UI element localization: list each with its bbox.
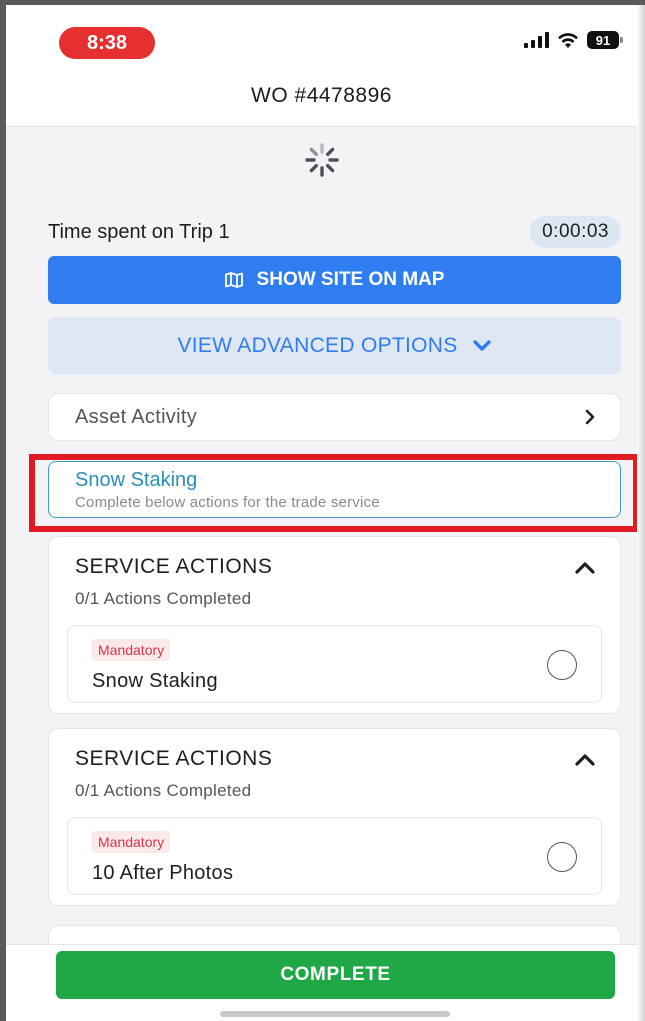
status-time: 8:38 bbox=[59, 27, 155, 59]
view-advanced-options-button[interactable]: VIEW ADVANCED OPTIONS bbox=[48, 317, 621, 375]
view-advanced-options-label: VIEW ADVANCED OPTIONS bbox=[177, 334, 458, 357]
trip-time-label: Time spent on Trip 1 bbox=[48, 220, 230, 243]
home-indicator bbox=[220, 1011, 450, 1017]
phone-screen: 8:38 91 WO #4478896 Time spent on Trip 1… bbox=[0, 0, 645, 1021]
trip-time-row: Time spent on Trip 1 0:00:03 bbox=[48, 215, 621, 249]
service-actions-count: 0/1 Actions Completed bbox=[75, 589, 252, 608]
status-bar: 8:38 91 bbox=[6, 5, 637, 65]
signal-icon bbox=[524, 32, 549, 48]
complete-button[interactable]: COMPLETE bbox=[56, 951, 615, 999]
asset-activity-row[interactable]: Asset Activity bbox=[48, 393, 621, 441]
chevron-up-icon[interactable] bbox=[574, 561, 596, 575]
spinner-icon bbox=[305, 143, 339, 177]
action-label: Snow Staking bbox=[92, 670, 218, 692]
page-title: WO #4478896 bbox=[251, 83, 392, 107]
status-icons: 91 bbox=[524, 31, 623, 49]
asset-activity-label: Asset Activity bbox=[75, 405, 198, 428]
battery-icon: 91 bbox=[587, 31, 623, 49]
action-item-after-photos[interactable]: Mandatory 10 After Photos bbox=[67, 817, 602, 895]
chevron-up-icon[interactable] bbox=[574, 753, 596, 767]
service-tab-title: Snow Staking bbox=[75, 469, 198, 491]
map-icon bbox=[224, 272, 243, 288]
service-actions-header[interactable]: SERVICE ACTIONS bbox=[75, 555, 596, 579]
mandatory-badge: Mandatory bbox=[92, 831, 171, 853]
mandatory-badge: Mandatory bbox=[92, 639, 171, 661]
show-site-on-map-button[interactable]: SHOW SITE ON MAP bbox=[48, 256, 621, 304]
service-tab-snow-staking[interactable]: Snow Staking Complete below actions for … bbox=[48, 461, 621, 518]
service-actions-header[interactable]: SERVICE ACTIONS bbox=[75, 747, 596, 771]
app-header: WO #4478896 bbox=[6, 65, 637, 127]
service-actions-title: SERVICE ACTIONS bbox=[75, 747, 273, 770]
footer-bar: COMPLETE bbox=[6, 944, 637, 1021]
show-site-on-map-label: SHOW SITE ON MAP bbox=[256, 269, 445, 290]
chevron-right-icon bbox=[585, 409, 595, 425]
service-actions-card: SERVICE ACTIONS 0/1 Actions Completed Ma… bbox=[48, 728, 621, 906]
service-actions-title: SERVICE ACTIONS bbox=[75, 555, 273, 578]
service-tab-subtitle: Complete below actions for the trade ser… bbox=[75, 494, 380, 511]
service-actions-card: SERVICE ACTIONS 0/1 Actions Completed Ma… bbox=[48, 536, 621, 714]
work-order-content[interactable]: Time spent on Trip 1 0:00:03 SHOW SITE O… bbox=[6, 127, 637, 944]
action-item-snow-staking[interactable]: Mandatory Snow Staking bbox=[67, 625, 602, 703]
wifi-icon bbox=[558, 32, 578, 48]
action-complete-radio[interactable] bbox=[547, 842, 577, 872]
screen-edge bbox=[637, 0, 645, 1021]
service-actions-count: 0/1 Actions Completed bbox=[75, 781, 252, 800]
action-complete-radio[interactable] bbox=[547, 650, 577, 680]
trip-timer: 0:00:03 bbox=[530, 216, 621, 248]
service-actions-card-partial bbox=[48, 925, 621, 944]
chevron-down-icon bbox=[472, 340, 491, 351]
action-label: 10 After Photos bbox=[92, 862, 234, 884]
